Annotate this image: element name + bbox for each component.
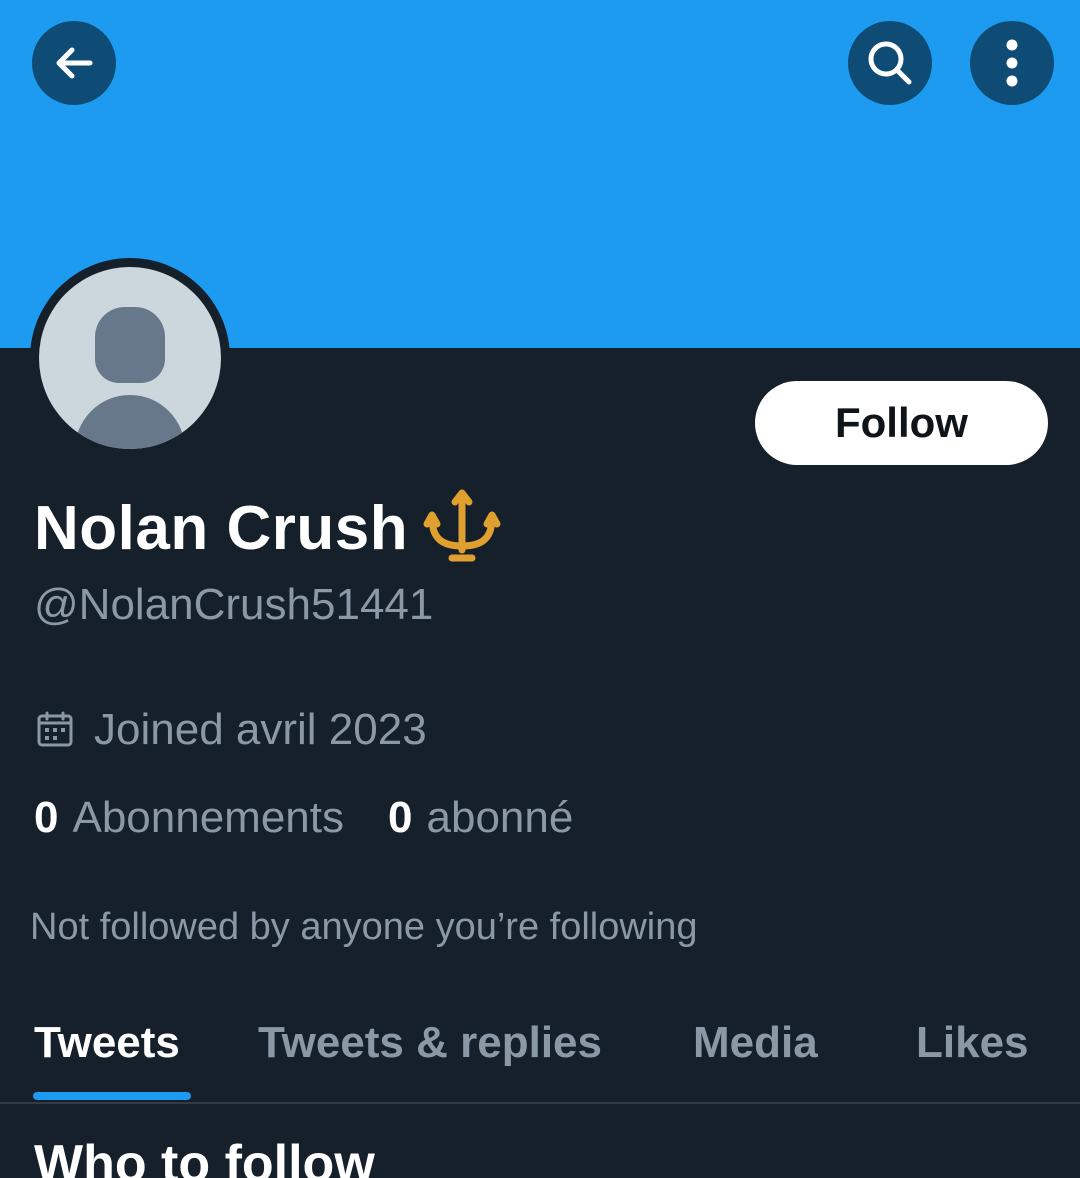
search-icon	[864, 37, 916, 89]
not-followed-notice: Not followed by anyone you’re following	[30, 906, 698, 948]
followers-stat[interactable]: 0 abonné	[388, 793, 573, 843]
more-options-button[interactable]	[970, 21, 1054, 105]
trident-emblem-icon	[408, 488, 502, 568]
more-vertical-icon	[1002, 37, 1022, 89]
tab-likes[interactable]: Likes	[916, 1018, 1029, 1068]
profile-page: Follow Nolan Crush @NolanCrush51441 Join…	[0, 0, 1080, 1178]
profile-handle: @NolanCrush51441	[34, 580, 434, 629]
avatar-head-shape	[95, 307, 165, 383]
following-stat[interactable]: 0 Abonnements	[34, 793, 344, 843]
profile-name: Nolan Crush	[34, 493, 409, 563]
followers-label: abonné	[426, 793, 574, 842]
follow-stats: 0 Abonnements 0 abonné	[34, 793, 573, 843]
who-to-follow-heading: Who to follow	[34, 1135, 375, 1178]
follow-button[interactable]: Follow	[755, 381, 1048, 465]
default-avatar-icon	[39, 267, 221, 449]
tab-media[interactable]: Media	[693, 1018, 818, 1068]
tab-tweets[interactable]: Tweets	[34, 1018, 180, 1068]
calendar-icon	[36, 711, 94, 749]
tab-tweets-replies[interactable]: Tweets & replies	[258, 1018, 602, 1068]
arrow-left-icon	[50, 39, 98, 87]
joined-date: Joined avril 2023	[94, 705, 427, 754]
followers-count: 0	[388, 793, 413, 842]
profile-avatar[interactable]	[30, 258, 230, 458]
search-button[interactable]	[848, 21, 932, 105]
tabs-divider	[0, 1102, 1080, 1104]
avatar-body-shape	[75, 395, 185, 449]
following-label: Abonnements	[72, 793, 345, 842]
active-tab-indicator	[33, 1092, 191, 1100]
joined-date-row: Joined avril 2023	[36, 705, 427, 755]
back-button[interactable]	[32, 21, 116, 105]
following-count: 0	[34, 793, 59, 842]
profile-name-row: Nolan Crush	[34, 488, 502, 568]
